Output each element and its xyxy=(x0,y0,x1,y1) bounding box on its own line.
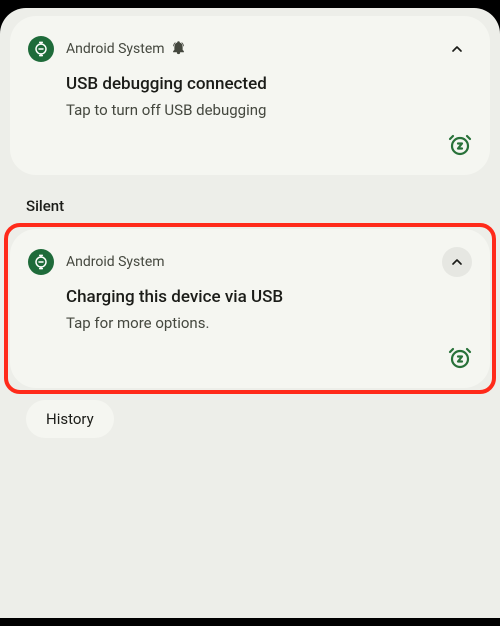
notification-header: Android System xyxy=(28,34,472,64)
notification-footer xyxy=(28,133,472,161)
notification-text: Tap for more options. xyxy=(66,313,472,334)
history-button[interactable]: History xyxy=(26,400,114,438)
notification-body: USB debugging connected Tap to turn off … xyxy=(28,74,472,121)
notification-card-charging[interactable]: Android System Charging this device via … xyxy=(10,229,490,388)
notification-title: Charging this device via USB xyxy=(66,287,472,307)
collapse-button[interactable] xyxy=(442,247,472,277)
notification-text: Tap to turn off USB debugging xyxy=(66,100,472,121)
android-system-icon xyxy=(28,249,54,275)
notification-card-usb-debugging[interactable]: Android System USB debugging connected T… xyxy=(10,16,490,175)
notification-footer xyxy=(28,346,472,374)
notification-shade: Android System USB debugging connected T… xyxy=(0,8,500,618)
snooze-icon[interactable] xyxy=(448,346,472,374)
android-system-icon xyxy=(28,36,54,62)
collapse-button[interactable] xyxy=(442,34,472,64)
notification-body: Charging this device via USB Tap for mor… xyxy=(28,287,472,334)
highlighted-wrapper: Android System Charging this device via … xyxy=(10,229,490,388)
app-name-label: Android System xyxy=(66,254,430,270)
bell-icon xyxy=(171,40,430,59)
notification-title: USB debugging connected xyxy=(66,74,472,94)
app-name-label: Android System xyxy=(66,41,165,57)
silent-section-label: Silent xyxy=(26,197,490,215)
snooze-icon[interactable] xyxy=(448,133,472,161)
notification-header: Android System xyxy=(28,247,472,277)
